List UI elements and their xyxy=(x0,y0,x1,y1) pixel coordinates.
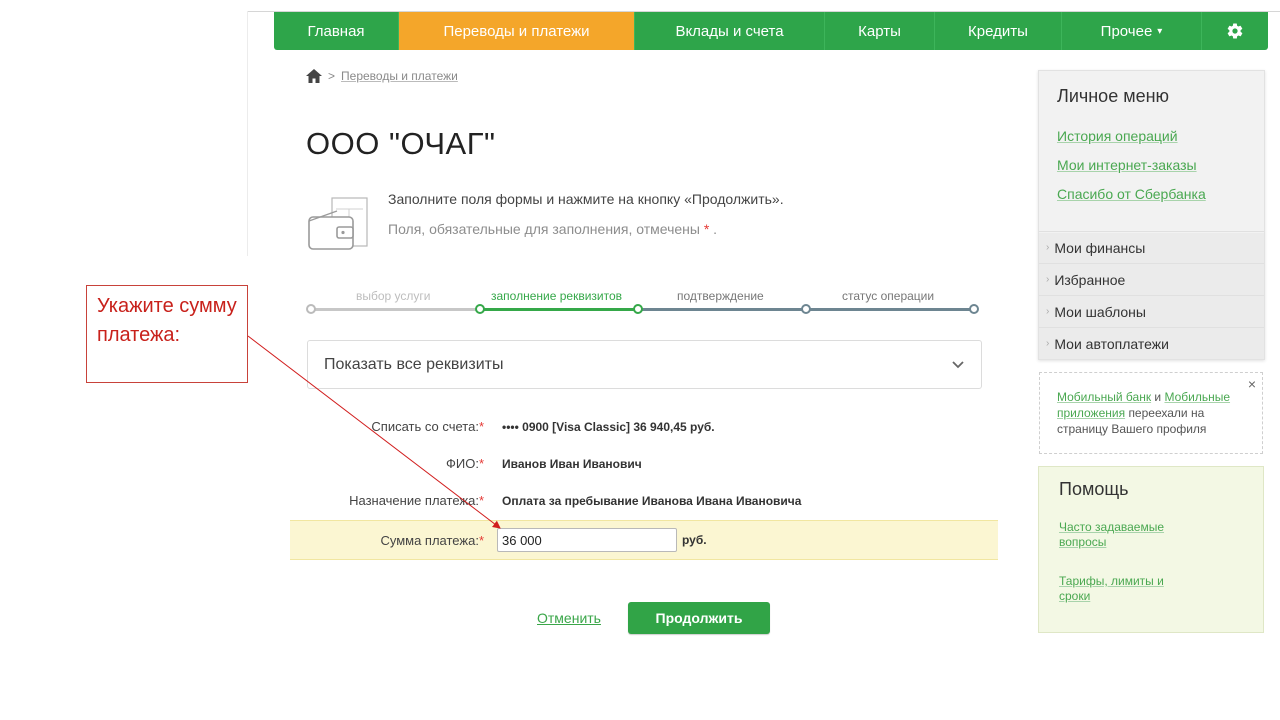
name-label: ФИО:* xyxy=(290,456,484,471)
intro-instruction: Заполните поля формы и нажмите на кнопку… xyxy=(388,191,784,207)
amount-unit: руб. xyxy=(682,533,707,547)
page-title: ООО "ОЧАГ" xyxy=(306,126,496,161)
nav-item-home[interactable]: Главная xyxy=(274,12,399,50)
chevron-down-icon: ▾ xyxy=(1157,25,1163,37)
required-note-end: . xyxy=(713,221,718,237)
account-label-text: Списать со счета: xyxy=(371,419,479,434)
menu-section-label: Мои автоплатежи xyxy=(1054,335,1169,352)
amount-input[interactable] xyxy=(497,528,677,552)
form-row-account: Списать со счета:* •••• 0900 [Visa Class… xyxy=(290,408,998,445)
nav-item-cards[interactable]: Карты xyxy=(825,12,935,50)
menu-link-history[interactable]: История операций xyxy=(1057,128,1178,144)
home-icon[interactable] xyxy=(306,69,322,83)
amount-label-text: Сумма платежа: xyxy=(380,532,479,548)
step-dot xyxy=(633,304,643,314)
step-dot xyxy=(475,304,485,314)
instruction-callout: Укажите сумму платежа: xyxy=(86,285,248,383)
nav-item-transfers[interactable]: Переводы и платежи xyxy=(399,12,635,50)
wallet-icon xyxy=(308,197,368,250)
menu-section-label: Мои финансы xyxy=(1054,239,1146,256)
personal-menu: Личное меню История операций Мои интерне… xyxy=(1038,70,1265,360)
account-label: Списать со счета:* xyxy=(290,419,484,434)
required-star: * xyxy=(703,221,710,237)
cancel-link[interactable]: Отменить xyxy=(537,610,601,626)
chevron-right-icon: › xyxy=(1046,338,1050,349)
account-value: •••• 0900 [Visa Classic] 36 940,45 руб. xyxy=(502,419,715,434)
menu-section-templates[interactable]: › Мои шаблоны xyxy=(1039,295,1264,327)
step-label-confirm: подтверждение xyxy=(677,289,764,303)
progress-steps: выбор услуги заполнение реквизитов подтв… xyxy=(306,287,986,317)
purpose-label: Назначение платежа:* xyxy=(290,493,484,508)
nav-item-credits[interactable]: Кредиты xyxy=(935,12,1062,50)
main-nav: Главная Переводы и платежи Вклады и счет… xyxy=(274,12,1268,50)
menu-link-orders[interactable]: Мои интернет-заказы xyxy=(1057,157,1197,173)
menu-section-label: Избранное xyxy=(1054,271,1126,288)
amount-label: Сумма платежа:* xyxy=(290,533,484,548)
left-border xyxy=(247,11,248,256)
step-label-details: заполнение реквизитов xyxy=(491,289,623,303)
close-icon[interactable]: × xyxy=(1248,376,1256,392)
menu-section-autopay[interactable]: › Мои автоплатежи xyxy=(1039,327,1264,359)
help-link-faq[interactable]: Часто задаваемые вопросы xyxy=(1059,520,1189,550)
notice-and: и xyxy=(1154,390,1162,404)
nav-item-more-label: Прочее xyxy=(1100,22,1153,40)
chevron-down-icon xyxy=(952,360,964,368)
form-row-name: ФИО:* Иванов Иван Иванович xyxy=(290,445,998,482)
purpose-label-text: Назначение платежа: xyxy=(349,493,479,508)
help-title: Помощь xyxy=(1059,479,1129,499)
required-star: * xyxy=(478,532,484,548)
required-star: * xyxy=(478,456,484,471)
required-star: * xyxy=(478,493,484,508)
show-details-toggle[interactable]: Показать все реквизиты xyxy=(307,340,982,389)
step-dot xyxy=(801,304,811,314)
menu-section-finances[interactable]: › Мои финансы xyxy=(1039,231,1264,263)
chevron-right-icon: › xyxy=(1046,242,1050,253)
nav-item-more[interactable]: Прочее ▾ xyxy=(1062,12,1202,50)
breadcrumb-link-transfers[interactable]: Переводы и платежи xyxy=(341,69,458,83)
mobile-notice: × Мобильный банк и Мобильные приложения … xyxy=(1039,372,1263,454)
nav-settings[interactable] xyxy=(1202,12,1268,50)
form-intro: Заполните поля формы и нажмите на кнопку… xyxy=(388,191,784,237)
step-track-2 xyxy=(481,308,638,311)
step-track-1 xyxy=(311,308,481,311)
breadcrumb: > Переводы и платежи xyxy=(306,69,458,83)
chevron-right-icon: › xyxy=(1046,274,1050,285)
name-value: Иванов Иван Иванович xyxy=(502,456,642,471)
help-link-tariffs[interactable]: Тарифы, лимиты и сроки xyxy=(1059,574,1189,604)
continue-button[interactable]: Продолжить xyxy=(628,602,770,634)
form-row-purpose: Назначение платежа:* Оплата за пребывани… xyxy=(290,482,998,519)
menu-section-label: Мои шаблоны xyxy=(1054,303,1146,320)
chevron-right-icon: › xyxy=(1046,306,1050,317)
show-details-label: Показать все реквизиты xyxy=(324,355,504,373)
menu-section-favorites[interactable]: › Избранное xyxy=(1039,263,1264,295)
form-row-amount: Сумма платежа:* руб. xyxy=(290,520,998,560)
breadcrumb-separator: > xyxy=(328,69,336,83)
help-panel: Помощь Часто задаваемые вопросы Тарифы, … xyxy=(1038,466,1264,633)
step-label-service: выбор услуги xyxy=(356,289,431,303)
required-star: * xyxy=(478,419,484,434)
personal-menu-title: Личное меню xyxy=(1057,86,1170,106)
intro-required-note: Поля, обязательные для заполнения, отмеч… xyxy=(388,221,784,237)
gear-icon xyxy=(1227,23,1243,39)
required-note-text: Поля, обязательные для заполнения, отмеч… xyxy=(388,221,700,237)
nav-item-deposits[interactable]: Вклады и счета xyxy=(635,12,825,50)
mobile-bank-link[interactable]: Мобильный банк xyxy=(1057,390,1151,404)
menu-link-thanks[interactable]: Спасибо от Сбербанка xyxy=(1057,186,1206,202)
step-dot xyxy=(969,304,979,314)
step-track-4 xyxy=(806,308,974,311)
name-label-text: ФИО: xyxy=(445,456,479,471)
step-track-3 xyxy=(638,308,806,311)
step-label-status: статус операции xyxy=(842,289,935,303)
step-dot xyxy=(306,304,316,314)
purpose-value: Оплата за пребывание Иванова Ивана Ивано… xyxy=(502,493,802,508)
